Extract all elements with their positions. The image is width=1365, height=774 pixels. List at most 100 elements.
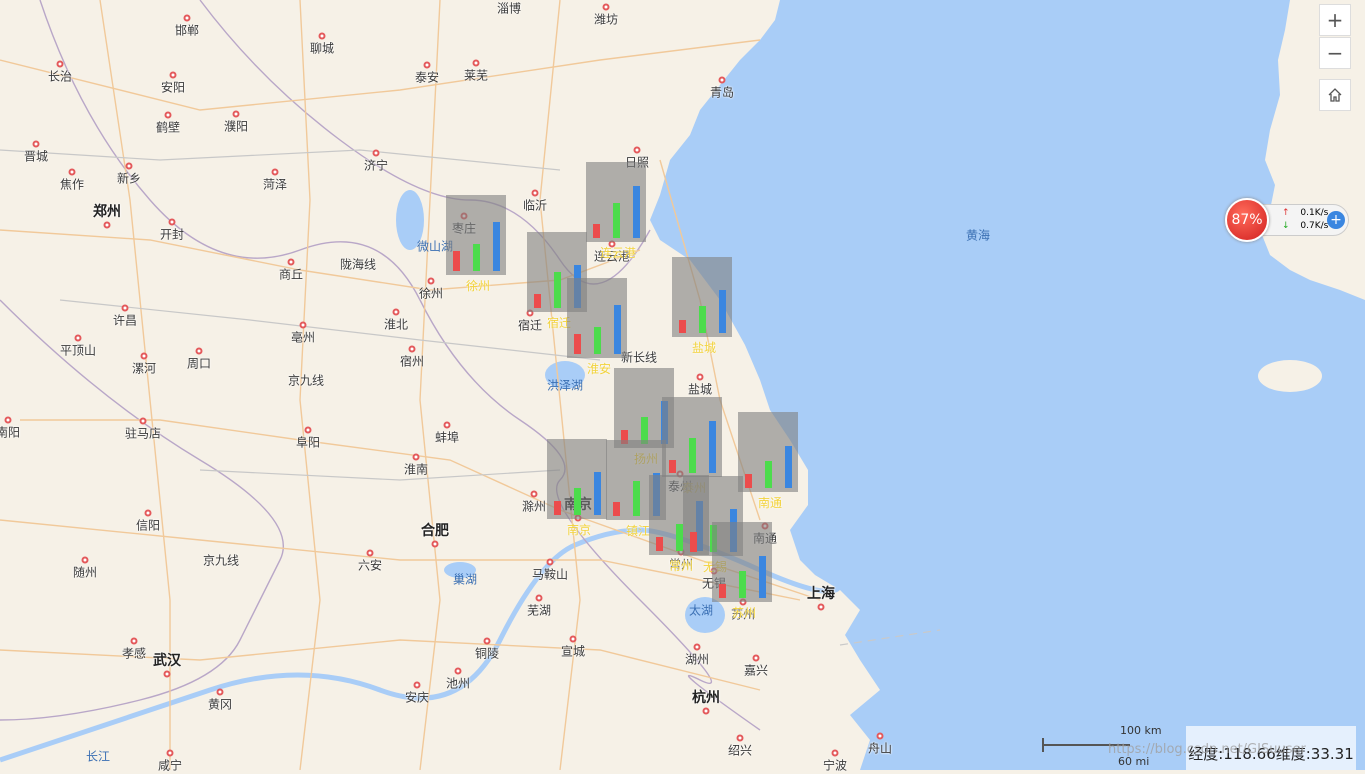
city-marker [169, 71, 177, 79]
chart-city-label: 连云港 [599, 246, 637, 260]
city-marker [130, 637, 138, 645]
city-marker [125, 162, 133, 170]
place-label: 许昌 [112, 313, 138, 328]
home-button[interactable] [1319, 79, 1351, 111]
chart-bar [614, 305, 621, 354]
place-label: 湖州 [684, 652, 710, 667]
place-label: 郑州 [93, 204, 121, 220]
city-bar-chart[interactable] [446, 195, 506, 275]
chart-city-label: 南通 [757, 496, 783, 510]
city-marker [372, 149, 380, 157]
network-speed-widget[interactable]: ↑ 0.1K/s ↓ 0.7K/s + 87% [1225, 198, 1350, 242]
city-marker [412, 453, 420, 461]
plus-icon[interactable]: + [1327, 211, 1345, 229]
place-label: 驻马店 [124, 426, 162, 441]
place-label: 周口 [186, 356, 212, 371]
city-marker [483, 637, 491, 645]
place-label: 信阳 [135, 518, 161, 533]
place-label: 洪泽湖 [546, 378, 584, 393]
place-label: 临沂 [522, 198, 548, 213]
place-label: 嘉兴 [743, 663, 769, 678]
place-label: 新乡 [116, 171, 142, 186]
place-label: 淮南 [403, 462, 429, 477]
memory-percent-badge[interactable]: 87% [1225, 198, 1269, 242]
place-label: 马鞍山 [531, 567, 569, 582]
city-marker [232, 110, 240, 118]
zoom-in-button[interactable]: + [1319, 4, 1351, 36]
chart-bar [656, 536, 663, 551]
chart-bar [473, 243, 480, 271]
place-label: 淮北 [383, 317, 409, 332]
city-marker [121, 304, 129, 312]
city-marker [736, 734, 744, 742]
city-marker [304, 426, 312, 434]
place-label: 长治 [47, 69, 73, 84]
place-label: 六安 [357, 558, 383, 573]
chart-city-label: 南京 [566, 523, 592, 537]
zoom-out-button[interactable]: − [1319, 37, 1351, 69]
place-label: 池州 [445, 676, 471, 691]
city-marker [183, 14, 191, 22]
place-label: 盐城 [687, 382, 713, 397]
city-marker [454, 667, 462, 675]
city-bar-chart[interactable] [586, 162, 646, 242]
watermark: https://blog.csdn.net/GISuuser [1108, 742, 1306, 757]
place-label: 滁州 [521, 499, 547, 514]
place-label: 漯河 [131, 361, 157, 376]
place-label: 济宁 [363, 158, 389, 173]
chart-bar [679, 320, 686, 333]
city-marker [423, 61, 431, 69]
chart-city-label: 淮安 [586, 362, 612, 376]
place-label: 巢湖 [452, 572, 478, 587]
chart-bar [574, 333, 581, 354]
download-arrow-icon: ↓ [1282, 221, 1290, 231]
city-bar-chart[interactable] [712, 522, 772, 602]
city-bar-chart[interactable] [738, 412, 798, 492]
place-label: 芜湖 [526, 603, 552, 618]
city-bar-chart[interactable] [672, 257, 732, 337]
chart-bar [689, 438, 696, 473]
place-label: 亳州 [290, 330, 316, 345]
city-marker [427, 277, 435, 285]
base-map[interactable] [0, 0, 1365, 770]
chart-bar [765, 460, 772, 488]
city-bar-chart[interactable] [567, 278, 627, 358]
city-marker [831, 749, 839, 757]
city-marker [633, 146, 641, 154]
place-label: 蚌埠 [434, 430, 460, 445]
city-marker [408, 345, 416, 353]
city-marker [164, 111, 172, 119]
place-label: 太湖 [688, 603, 714, 618]
city-bar-chart[interactable] [547, 439, 607, 519]
place-label: 聊城 [309, 41, 335, 56]
chart-bar [613, 501, 620, 516]
chart-bar [719, 289, 726, 333]
chart-city-label: 苏州 [731, 606, 757, 620]
city-marker [817, 603, 825, 611]
chart-city-label: 常州 [668, 559, 694, 573]
place-label: 舟山 [867, 741, 893, 756]
city-marker [546, 558, 554, 566]
city-marker [74, 334, 82, 342]
place-label: 咸宁 [157, 758, 183, 773]
city-marker [702, 707, 710, 715]
city-marker [531, 189, 539, 197]
chart-bar [676, 523, 683, 551]
place-label: 潍坊 [593, 12, 619, 27]
place-label: 邯郸 [174, 23, 200, 38]
city-marker [472, 59, 480, 67]
scale-km-label: 100 km [1120, 724, 1162, 737]
city-bar-chart[interactable] [662, 397, 722, 477]
place-label: 宿迁 [517, 318, 543, 333]
chart-bar [690, 531, 697, 552]
city-marker [271, 168, 279, 176]
city-marker [392, 308, 400, 316]
place-label: 孝感 [121, 646, 147, 661]
city-marker [696, 373, 704, 381]
chart-bar [785, 446, 792, 488]
city-marker [163, 670, 171, 678]
place-label: 陇海线 [339, 257, 377, 272]
city-marker [718, 76, 726, 84]
city-marker [602, 3, 610, 11]
place-label: 青岛 [709, 85, 735, 100]
